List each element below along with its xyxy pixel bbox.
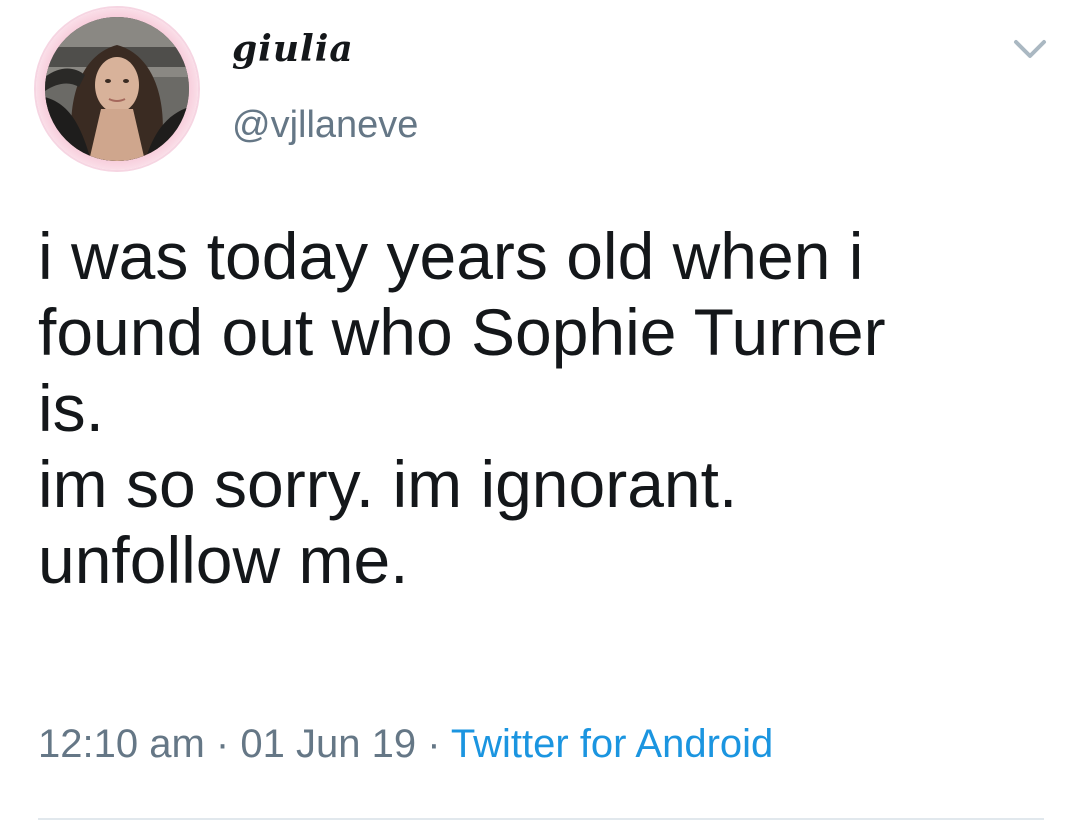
tweet-text-line: is.	[38, 371, 104, 445]
divider	[38, 818, 1044, 820]
tweet-text-line: i was today years old when i	[38, 219, 864, 293]
tweet-text: i was today years old when i found out w…	[38, 218, 1048, 598]
avatar-photo	[45, 17, 189, 161]
tweet-text-line: found out who Sophie Turner	[38, 295, 886, 369]
avatar-ring[interactable]	[36, 8, 198, 170]
user-handle[interactable]: @vjllaneve	[232, 104, 418, 147]
tweet-card: giulia @vjllaneve i was today years old …	[0, 0, 1080, 827]
display-name[interactable]: giulia	[232, 28, 354, 70]
tweet-time[interactable]: 12:10 am	[38, 722, 205, 766]
meta-separator: ·	[427, 722, 441, 766]
meta-separator: ·	[215, 722, 230, 766]
tweet-source-link[interactable]: Twitter for Android	[451, 722, 773, 766]
tweet-text-line: unfollow me.	[38, 523, 409, 597]
tweet-date[interactable]: 01 Jun 19	[240, 722, 416, 766]
chevron-down-icon[interactable]	[1012, 34, 1048, 62]
tweet-meta: 12:10 am · 01 Jun 19 · Twitter for Andro…	[38, 722, 773, 767]
avatar[interactable]	[45, 17, 189, 161]
tweet-text-line: im so sorry. im ignorant.	[38, 447, 738, 521]
